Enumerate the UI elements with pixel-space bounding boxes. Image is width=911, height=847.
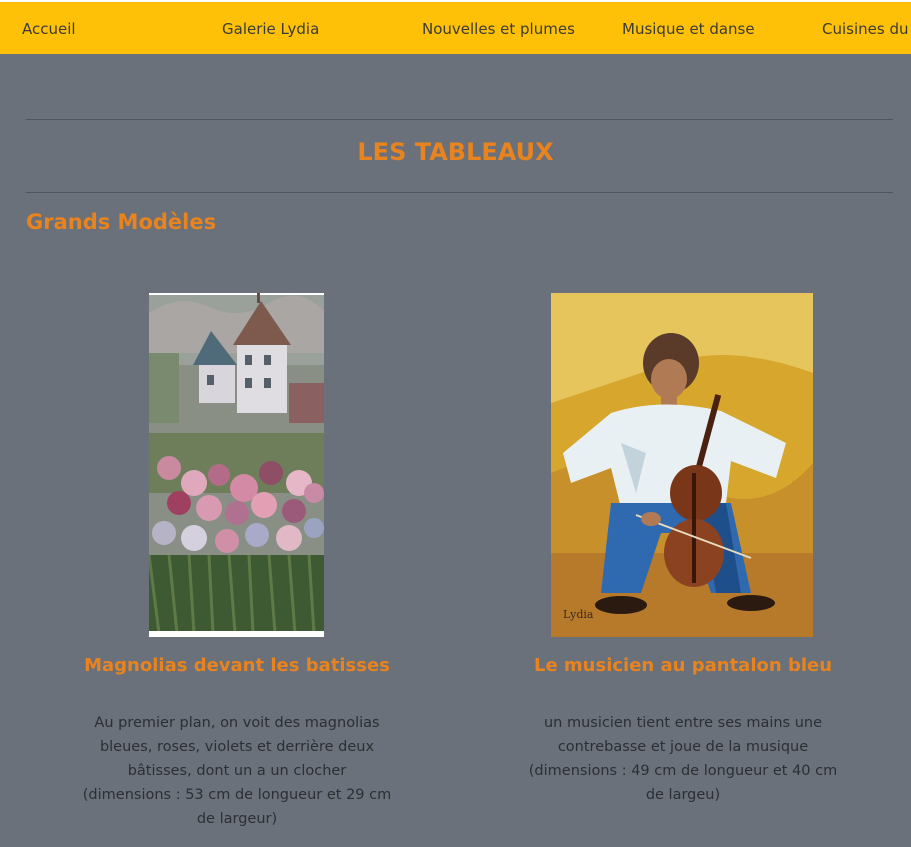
painting-description: un musicien tient entre ses mains une co… xyxy=(528,715,838,803)
title-top-divider xyxy=(26,119,893,120)
painting-title: Magnolias devant les batisses xyxy=(84,655,390,676)
nav-link-nouvelles-et-plumes[interactable]: Nouvelles et plumes xyxy=(422,20,575,38)
painting-musicien-image[interactable]: Lydia xyxy=(551,293,813,637)
painting-magnolias-image[interactable] xyxy=(149,293,324,637)
nav-link-accueil[interactable]: Accueil xyxy=(22,20,76,38)
nav-link-musique-et-danse[interactable]: Musique et danse xyxy=(622,20,755,38)
svg-text:Lydia: Lydia xyxy=(563,608,594,621)
page-title: LES TABLEAUX xyxy=(357,138,554,166)
painting-description: Au premier plan, on voit des magnolias b… xyxy=(82,715,392,827)
nav-link-cuisines-du-monde[interactable]: Cuisines du monde xyxy=(822,20,911,38)
section-title: Grands Modèles xyxy=(26,210,217,234)
painting-title: Le musicien au pantalon bleu xyxy=(533,655,833,676)
top-navigation: Accueil Galerie Lydia Nouvelles et plume… xyxy=(0,0,911,54)
nav-link-galerie-lydia[interactable]: Galerie Lydia xyxy=(222,20,319,38)
title-bottom-divider xyxy=(26,192,893,193)
